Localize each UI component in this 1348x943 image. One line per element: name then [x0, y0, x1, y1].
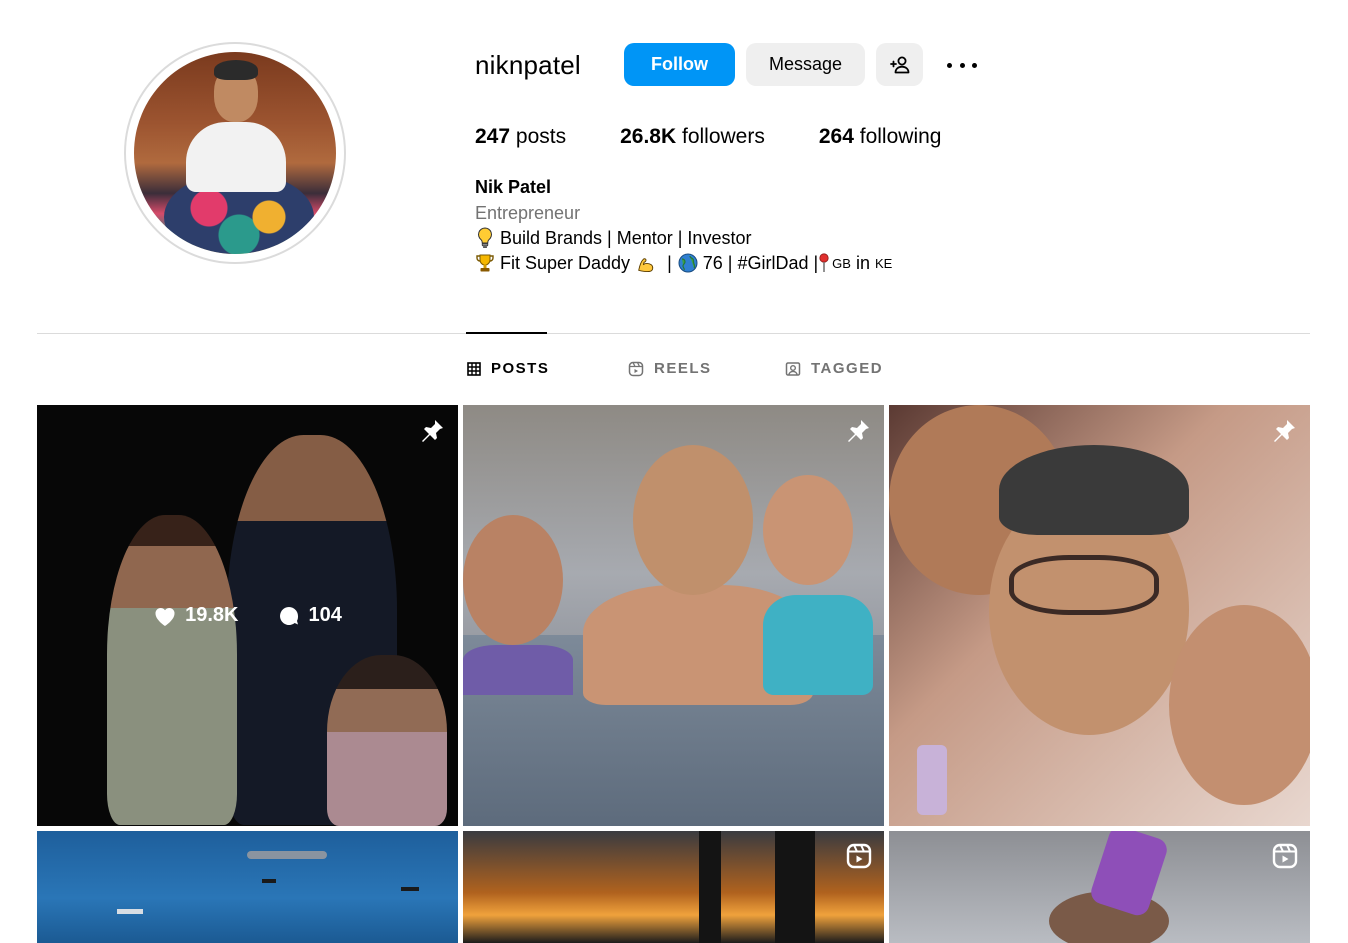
post-tile[interactable] — [889, 405, 1310, 826]
posts-label: posts — [515, 125, 567, 148]
followers-count[interactable]: 26.8K — [620, 125, 676, 148]
followers-stat[interactable]: 26.8K followers — [620, 125, 765, 149]
more-dot — [972, 62, 977, 68]
pin-icon — [422, 420, 443, 442]
post-photo-person — [999, 445, 1189, 535]
bio-in-text: in — [855, 252, 870, 273]
post-photo-ship — [401, 887, 419, 891]
bio-country-ke: KE — [874, 255, 893, 271]
following-count[interactable]: 264 — [819, 125, 854, 148]
bio-line-2: Fit Super Daddy | 76 | #GirlDad | GB in … — [475, 252, 892, 274]
post-tile[interactable] — [463, 831, 884, 943]
grid-icon — [467, 361, 481, 376]
post-tile[interactable] — [889, 831, 1310, 943]
tab-reels-label[interactable]: REELS — [654, 360, 712, 377]
lightbulb-icon — [475, 227, 495, 249]
heart-icon — [155, 607, 175, 626]
suggested-accounts-button[interactable] — [876, 43, 923, 86]
likes-metric: 19.8K — [153, 604, 239, 627]
message-button[interactable]: Message — [746, 43, 865, 86]
post-tile[interactable] — [37, 831, 458, 943]
bio-line-1: Build Brands | Mentor | Investor — [475, 227, 751, 249]
post-photo-glasses — [1009, 555, 1159, 615]
post-hover-overlay[interactable]: 19.8K 104 — [37, 405, 458, 826]
likes-count: 19.8K — [185, 604, 239, 626]
tab-tagged-label[interactable]: TAGGED — [811, 360, 883, 377]
tagged-icon — [785, 361, 801, 376]
profile-username: niknpatel — [475, 50, 581, 80]
bio-girldad-text: 76 | #GirlDad | — [702, 252, 819, 273]
post-photo-person — [763, 595, 873, 695]
bio-country-gb: GB — [832, 255, 851, 271]
post-photo-person — [633, 445, 753, 595]
flexed-biceps-icon — [636, 252, 656, 274]
posts-stat: 247 posts — [475, 125, 566, 149]
profile-stats: 247 posts 26.8K followers 264 following — [475, 125, 995, 149]
reels-icon — [628, 361, 644, 376]
post-photo-island — [247, 851, 327, 859]
post-photo-person — [763, 475, 853, 585]
bio-fit-super-daddy: Fit Super Daddy — [500, 252, 631, 273]
profile-category: Entrepreneur — [475, 203, 581, 223]
avatar[interactable] — [134, 52, 336, 254]
globe-icon — [678, 252, 698, 274]
post-photo-pillar — [775, 831, 815, 943]
post-tile[interactable] — [463, 405, 884, 826]
post-photo-person — [463, 515, 563, 645]
active-tab-indicator — [466, 332, 547, 334]
more-dot — [959, 62, 965, 68]
tab-posts[interactable]: POSTS — [467, 360, 549, 377]
bio-line-1-text: Build Brands | Mentor | Investor — [500, 227, 752, 248]
post-photo-watch — [917, 745, 947, 815]
pin-icon — [818, 252, 830, 274]
avatar-hair-shape — [214, 60, 258, 80]
reels-icon — [846, 843, 872, 869]
post-photo-ship — [262, 879, 276, 883]
add-person-icon — [889, 56, 909, 73]
follow-button[interactable]: Follow — [624, 43, 735, 86]
tab-posts-label[interactable]: POSTS — [491, 360, 549, 377]
avatar-shirt-shape — [186, 122, 286, 192]
post-photo-person — [1169, 605, 1310, 805]
trophy-icon — [475, 252, 495, 274]
post-tile[interactable]: 19.8K 104 — [37, 405, 458, 826]
tab-tagged[interactable]: TAGGED — [785, 360, 883, 377]
followers-label[interactable]: followers — [682, 125, 765, 148]
reels-icon — [1272, 843, 1298, 869]
comments-count: 104 — [308, 604, 342, 626]
following-stat[interactable]: 264 following — [819, 125, 942, 149]
posts-count: 247 — [475, 125, 511, 148]
post-photo-pillar — [699, 831, 721, 943]
tabs-divider — [37, 333, 1310, 334]
comment-icon — [279, 606, 298, 625]
bio-separator: | — [667, 252, 672, 273]
more-dot — [947, 62, 952, 68]
more-horizontal-icon[interactable] — [944, 52, 980, 78]
following-label[interactable]: following — [860, 125, 942, 148]
comments-metric: 104 — [277, 604, 342, 628]
post-photo-person — [463, 645, 573, 695]
profile-full-name: Nik Patel — [475, 177, 552, 197]
pin-icon — [1274, 420, 1295, 442]
profile-avatar-ring[interactable] — [124, 42, 346, 264]
tab-reels[interactable]: REELS — [628, 360, 712, 377]
post-photo-ship — [117, 909, 143, 914]
pin-icon — [848, 420, 869, 442]
